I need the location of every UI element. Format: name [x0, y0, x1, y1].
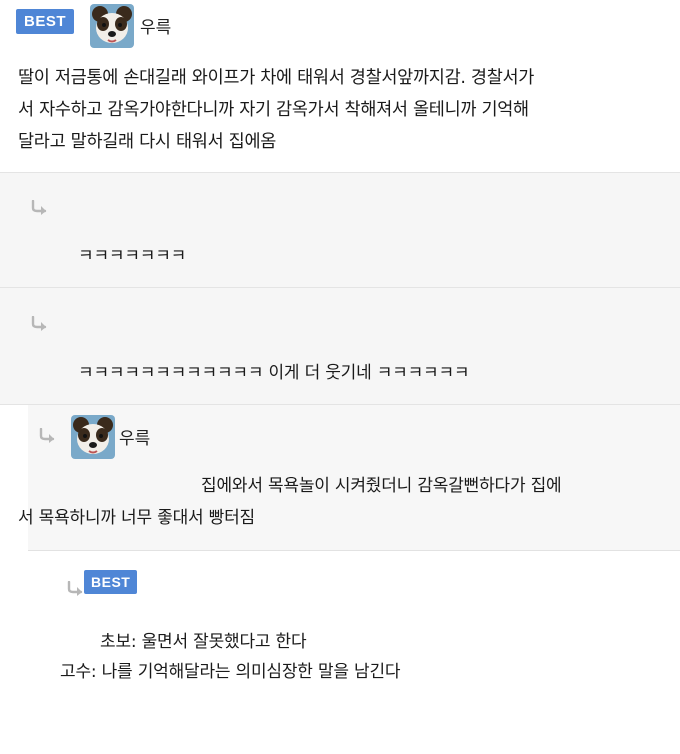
reply-text: ㅋㅋㅋㅋㅋㅋㅋㅋㅋㅋㅋㅋ 이게 더 웃기네 ㅋㅋㅋㅋㅋㅋ	[78, 363, 470, 383]
best-badge: BEST	[84, 570, 138, 594]
user-avatar[interactable]	[71, 415, 115, 459]
best-reply-line: 고수: 나를 기억해달라는 의미심장한 말을 남긴다	[60, 662, 401, 682]
reply-item: ㅋㅋㅋㅋㅋㅋㅋㅋㅋㅋㅋㅋ 이게 더 웃기네 ㅋㅋㅋㅋㅋㅋ	[0, 288, 680, 404]
nested-reply-line: 서 목욕하니까 너무 좋대서 빵터짐	[18, 508, 255, 528]
nested-reply: 우륵 집에와서 목욕놀이 시켜줬더니 감옥갈뻔하다가 집에 서 목욕하니까 너무…	[18, 405, 680, 550]
nested-username[interactable]: 우륵	[119, 424, 150, 449]
best-badge: BEST	[16, 9, 75, 34]
reply-arrow-icon	[39, 428, 55, 443]
reply-arrow-icon	[31, 316, 47, 331]
post-body: 딸이 저금통에 손대길래 와이프가 차에 태워서 경찰서앞까지감. 경찰서가 서…	[18, 62, 668, 158]
reply-text: ㅋㅋㅋㅋㅋㅋㅋ	[78, 246, 187, 266]
nested-reply-line: 집에와서 목욕놀이 시켜줬더니 감옥갈뻔하다가 집에	[201, 476, 562, 496]
user-avatar[interactable]	[90, 4, 134, 48]
reply-arrow-icon	[31, 200, 47, 215]
best-reply: BEST 초보: 울면서 잘못했다고 한다 고수: 나를 기억해달라는 의미심장…	[44, 551, 680, 754]
best-post: BEST 우륵 딸이 저금통에 손대길래 와이프가 차에 태워서 경찰서앞까지감…	[0, 0, 680, 172]
post-username[interactable]: 우륵	[140, 13, 171, 38]
reply-arrow-icon	[67, 581, 83, 596]
best-reply-line: 초보: 울면서 잘못했다고 한다	[100, 632, 307, 652]
post-line: 딸이 저금통에 손대길래 와이프가 차에 태워서 경찰서앞까지감. 경찰서가	[18, 68, 535, 88]
reply-item: ㅋㅋㅋㅋㅋㅋㅋ	[0, 173, 680, 287]
post-line: 서 자수하고 감옥가야한다니까 자기 감옥가서 착해져서 올테니까 기억해	[18, 100, 529, 120]
post-line: 달라고 말하길래 다시 태워서 집에옴	[18, 132, 277, 152]
